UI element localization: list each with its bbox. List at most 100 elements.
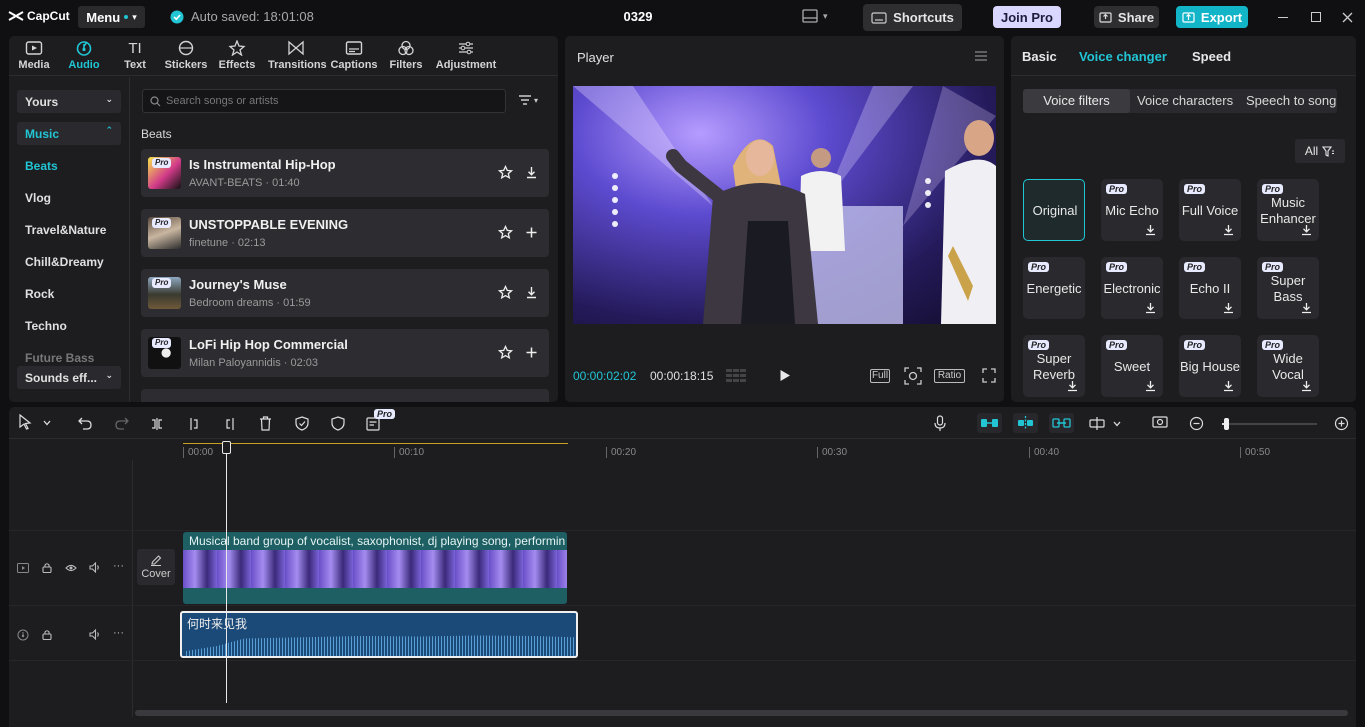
sidebar-item-travel-nature[interactable]: Travel&Nature bbox=[25, 223, 129, 237]
subtab-voice-characters[interactable]: Voice characters bbox=[1137, 89, 1233, 113]
tab-filters[interactable]: Filters bbox=[381, 40, 431, 71]
tab-captions[interactable]: Captions bbox=[329, 40, 379, 71]
list-item[interactable]: Pro Is Instrumental Hip-Hop AVANT-BEATS … bbox=[141, 149, 549, 197]
voice-effect-music-enhancer[interactable]: Pro Music Enhancer bbox=[1257, 179, 1319, 241]
more-options-icon[interactable]: ··· bbox=[113, 627, 124, 639]
tab-basic[interactable]: Basic bbox=[1022, 49, 1057, 64]
screenshot-icon[interactable] bbox=[904, 367, 922, 385]
ratio-button[interactable]: Ratio bbox=[934, 369, 965, 383]
voice-effect-original[interactable]: Original bbox=[1023, 179, 1085, 241]
sidebar-item-techno[interactable]: Techno bbox=[25, 319, 129, 333]
preview-axis-icon[interactable] bbox=[1089, 416, 1109, 431]
play-icon[interactable] bbox=[779, 369, 791, 382]
linkage-button[interactable] bbox=[1049, 413, 1074, 433]
split-icon[interactable] bbox=[151, 417, 163, 431]
download-icon[interactable] bbox=[1145, 224, 1156, 236]
voice-effect-energetic[interactable]: Pro Energetic bbox=[1023, 257, 1085, 319]
list-item[interactable]: Pro UNSTOPPABLE EVENING finetune · 02:13 bbox=[141, 209, 549, 257]
tab-adjustment[interactable]: Adjustment bbox=[435, 40, 497, 71]
voice-effect-electronic[interactable]: Pro Electronic bbox=[1101, 257, 1163, 319]
split-left-icon[interactable] bbox=[188, 417, 200, 431]
filter-all-button[interactable]: All bbox=[1295, 139, 1345, 163]
favorite-icon[interactable] bbox=[498, 165, 513, 180]
timeline-scrollbar[interactable] bbox=[135, 710, 1348, 716]
chevron-down-icon[interactable] bbox=[1113, 421, 1121, 427]
undo-icon[interactable] bbox=[78, 417, 92, 430]
download-icon[interactable] bbox=[1067, 380, 1078, 392]
voice-effect-mic-echo[interactable]: Pro Mic Echo bbox=[1101, 179, 1163, 241]
share-button[interactable]: Share bbox=[1094, 6, 1159, 28]
maximize-icon[interactable] bbox=[1311, 12, 1321, 22]
tab-voice-changer[interactable]: Voice changer bbox=[1079, 49, 1167, 64]
cover-button[interactable]: Cover bbox=[137, 549, 175, 585]
fullscreen-icon[interactable] bbox=[982, 368, 996, 383]
download-icon[interactable] bbox=[1223, 302, 1234, 314]
list-item[interactable]: Pro LoFi Hip Hop Commercial Milan Paloya… bbox=[141, 329, 549, 377]
speaker-icon[interactable] bbox=[89, 562, 101, 573]
favorite-icon[interactable] bbox=[498, 345, 513, 360]
tab-text[interactable]: TI Text bbox=[110, 40, 160, 71]
sidebar-yours[interactable]: Yours ⌄ bbox=[17, 90, 121, 113]
chevron-down-icon[interactable] bbox=[43, 420, 51, 426]
time-ruler[interactable]: 00:00 00:10 00:20 00:30 00:40 00:50 bbox=[183, 443, 1356, 458]
list-item-partial[interactable] bbox=[141, 389, 549, 402]
video-clip[interactable]: Musical band group of vocalist, saxophon… bbox=[183, 532, 567, 604]
tab-transitions[interactable]: Transitions bbox=[268, 40, 327, 71]
playhead-handle[interactable] bbox=[222, 441, 231, 454]
playhead[interactable] bbox=[226, 441, 227, 703]
search-input[interactable]: Search songs or artists bbox=[142, 89, 506, 113]
shield-check-icon[interactable] bbox=[295, 416, 309, 431]
menu-button[interactable]: Menu ▾ bbox=[78, 6, 145, 28]
tab-speed[interactable]: Speed bbox=[1192, 49, 1231, 64]
download-icon[interactable] bbox=[1145, 380, 1156, 392]
project-name[interactable]: 0329 bbox=[610, 9, 666, 24]
split-right-icon[interactable] bbox=[224, 417, 236, 431]
redo-icon[interactable] bbox=[115, 417, 129, 430]
microphone-icon[interactable] bbox=[934, 415, 946, 432]
main-track-magnet-button[interactable] bbox=[977, 413, 1002, 433]
sidebar-music[interactable]: Music ⌃ bbox=[17, 122, 121, 145]
voice-effect-super-reverb[interactable]: Pro Super Reverb bbox=[1023, 335, 1085, 397]
layout-button[interactable]: ▾ bbox=[802, 9, 828, 23]
list-item[interactable]: Pro Journey's Muse Bedroom dreams · 01:5… bbox=[141, 269, 549, 317]
speaker-icon[interactable] bbox=[89, 629, 101, 640]
download-icon[interactable] bbox=[1223, 224, 1234, 236]
sidebar-item-beats[interactable]: Beats bbox=[25, 159, 129, 173]
tab-stickers[interactable]: Stickers bbox=[161, 40, 211, 71]
shortcuts-button[interactable]: Shortcuts bbox=[863, 4, 962, 31]
download-icon[interactable] bbox=[1301, 224, 1312, 236]
tab-media[interactable]: Media bbox=[9, 40, 59, 71]
zoom-slider-handle[interactable] bbox=[1224, 418, 1229, 430]
player-menu-icon[interactable] bbox=[974, 51, 988, 61]
filter-button[interactable]: ▾ bbox=[518, 94, 538, 106]
more-options-icon[interactable]: ··· bbox=[113, 560, 124, 572]
close-icon[interactable] bbox=[1342, 12, 1353, 23]
zoom-slider[interactable] bbox=[1222, 418, 1317, 430]
download-icon[interactable] bbox=[1301, 380, 1312, 392]
voice-effect-super-bass[interactable]: Pro Super Bass bbox=[1257, 257, 1319, 319]
subtab-speech-to-song[interactable]: Speech to song bbox=[1246, 89, 1336, 113]
timeline-grid-icon[interactable] bbox=[725, 368, 747, 383]
download-icon[interactable] bbox=[1301, 302, 1312, 314]
sidebar-item-rock[interactable]: Rock bbox=[25, 287, 129, 301]
zoom-in-icon[interactable] bbox=[1334, 416, 1349, 431]
delete-icon[interactable] bbox=[259, 416, 272, 431]
tab-effects[interactable]: Effects bbox=[212, 40, 262, 71]
add-icon[interactable] bbox=[524, 225, 539, 240]
eye-icon[interactable] bbox=[65, 564, 77, 572]
favorite-icon[interactable] bbox=[498, 225, 513, 240]
subtab-voice-filters[interactable]: Voice filters bbox=[1023, 89, 1130, 113]
download-icon[interactable] bbox=[1223, 380, 1234, 392]
download-icon[interactable] bbox=[524, 285, 539, 300]
video-preview[interactable] bbox=[573, 86, 996, 324]
download-icon[interactable] bbox=[1145, 302, 1156, 314]
sidebar-item-chill-dreamy[interactable]: Chill&Dreamy bbox=[25, 255, 129, 269]
shield-icon[interactable] bbox=[331, 416, 345, 431]
lock-icon[interactable] bbox=[42, 562, 52, 573]
voice-effect-echo-ii[interactable]: Pro Echo II bbox=[1179, 257, 1241, 319]
lock-icon[interactable] bbox=[42, 629, 52, 640]
tab-audio[interactable]: Audio bbox=[59, 40, 109, 71]
audio-clip[interactable]: 何时来见我 bbox=[180, 611, 578, 658]
voice-effect-wide-vocal[interactable]: Pro Wide Vocal bbox=[1257, 335, 1319, 397]
join-pro-button[interactable]: Join Pro bbox=[993, 6, 1061, 28]
